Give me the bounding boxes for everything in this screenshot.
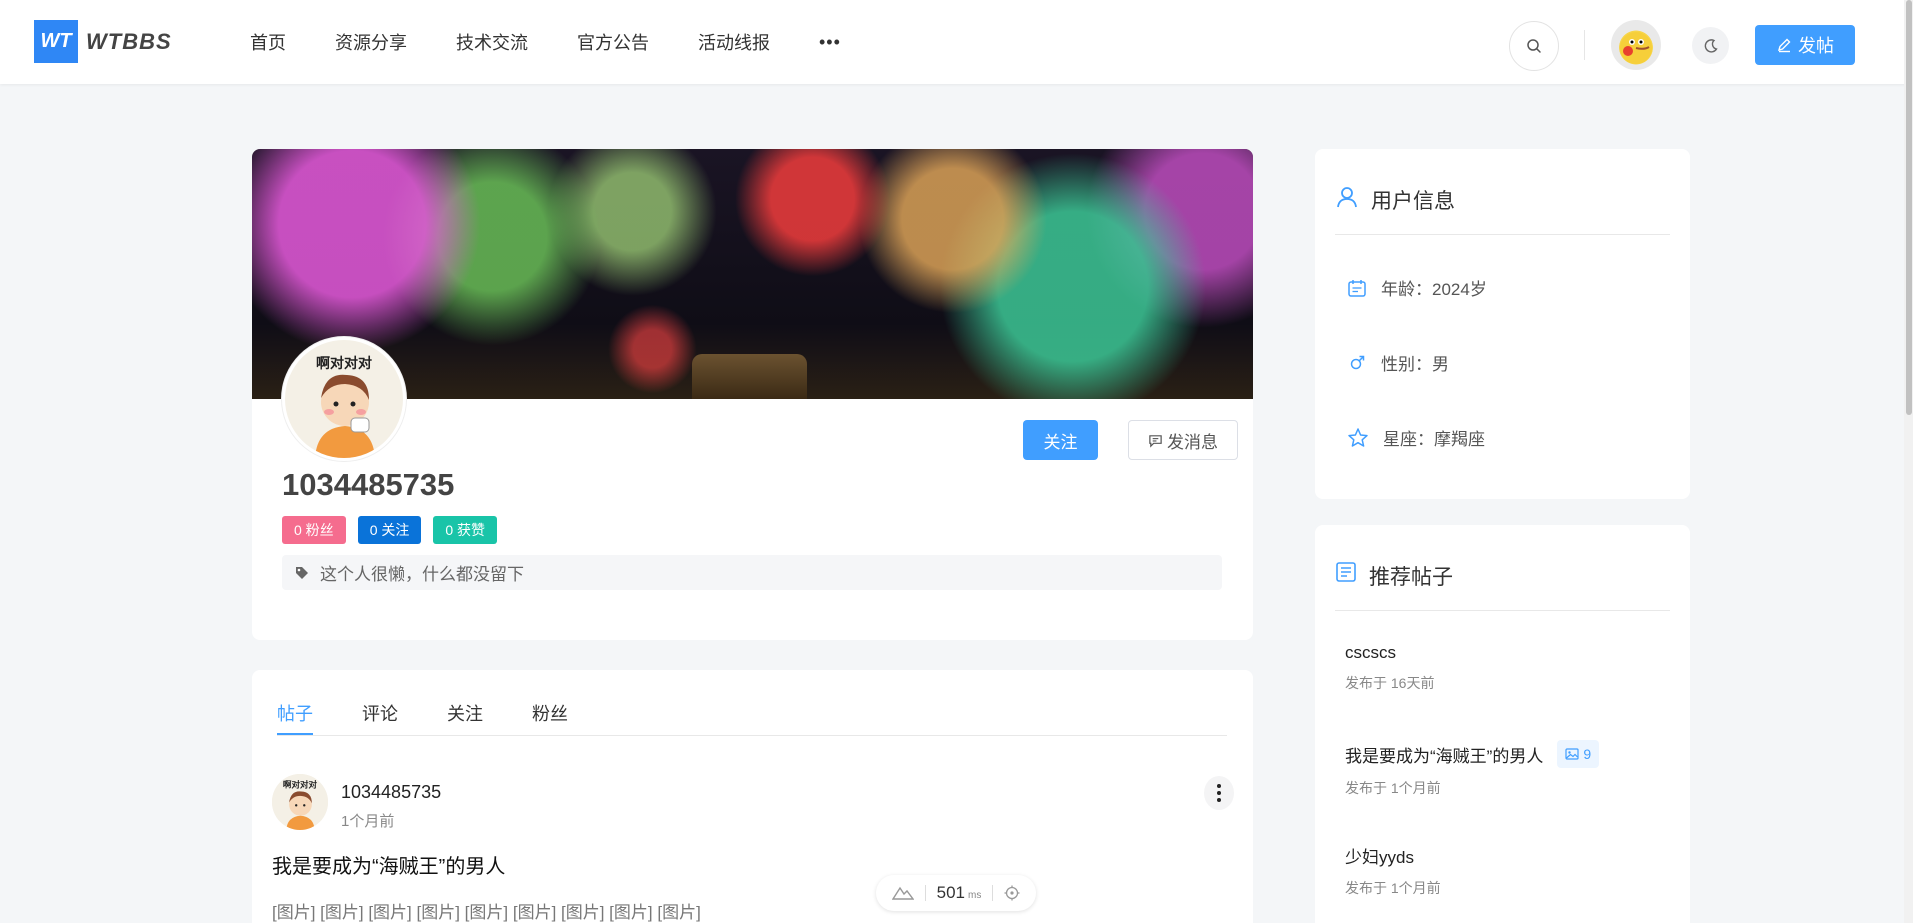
- profile-bio: 这个人很懒，什么都没留下: [282, 555, 1222, 590]
- recommended-item-time: 发布于 1个月前: [1345, 780, 1441, 796]
- image-count: 9: [1583, 746, 1592, 762]
- recommended-item[interactable]: 少妇yyds 发布于 1个月前: [1345, 843, 1441, 898]
- recommended-item-title[interactable]: cscscs: [1345, 643, 1434, 663]
- nav-more-icon[interactable]: •••: [819, 32, 841, 53]
- theme-toggle-button[interactable]: [1692, 27, 1729, 64]
- nav-item-tech[interactable]: 技术交流: [456, 29, 528, 55]
- post-timestamp: 1个月前: [341, 813, 395, 830]
- recommended-posts-card: 推荐帖子 cscscs 发布于 16天前 我是要成为“海贼王”的男人 9 发布于…: [1315, 525, 1690, 923]
- nav-item-home[interactable]: 首页: [250, 29, 286, 55]
- new-post-button[interactable]: 发帖: [1755, 25, 1855, 65]
- page-scrollbar-thumb[interactable]: [1906, 0, 1912, 415]
- zodiac-row: 星座：摩羯座: [1347, 425, 1485, 450]
- crosshair-icon[interactable]: [1004, 885, 1020, 901]
- main-nav: 首页 资源分享 技术交流 官方公告 活动线报 •••: [250, 0, 841, 84]
- avatar-face-icon: [1620, 32, 1652, 64]
- post-body: [图片] [图片] [图片] [图片] [图片] [图片] [图片] [图片] …: [272, 903, 701, 922]
- posts-card: 帖子 评论 关注 粉丝 啊对对对 1034485735 1个月前 我是要成为“海…: [252, 670, 1253, 923]
- following-badge[interactable]: 0 关注: [357, 516, 422, 544]
- tag-icon: [296, 566, 308, 579]
- svg-text:啊对对对: 啊对对对: [283, 778, 318, 790]
- tab-fans[interactable]: 粉丝: [532, 690, 568, 735]
- perf-unit: ms: [967, 890, 982, 901]
- top-header: WT WTBBS 首页 资源分享 技术交流 官方公告 活动线报 ••• 发帖: [0, 0, 1913, 84]
- new-post-label: 发帖: [1798, 36, 1834, 56]
- tab-comments[interactable]: 评论: [362, 690, 398, 735]
- message-icon: [1149, 434, 1162, 448]
- svg-text:啊对对对: 啊对对对: [316, 355, 372, 372]
- age-row: 年龄：2024岁: [1347, 275, 1487, 300]
- send-message-button[interactable]: 发消息: [1128, 420, 1238, 460]
- logo-text: WTBBS: [86, 28, 172, 54]
- edit-icon: [1777, 38, 1791, 53]
- user-info-card: 用户信息 年龄：2024岁 性别：男 星座：摩羯座: [1315, 149, 1690, 499]
- post-more-button[interactable]: [1204, 776, 1234, 810]
- profile-avatar: 啊对对对: [282, 337, 406, 461]
- nav-item-events[interactable]: 活动线报: [698, 29, 770, 55]
- post-title[interactable]: 我是要成为“海贼王”的男人: [272, 850, 505, 879]
- age-value: 年龄：2024岁: [1381, 280, 1487, 299]
- more-dot-icon: [1217, 798, 1221, 802]
- mountain-logo-icon: [891, 886, 914, 900]
- search-icon: [1527, 39, 1541, 53]
- more-dot-icon: [1217, 791, 1221, 795]
- perf-value: 501: [936, 883, 965, 902]
- post-author-name[interactable]: 1034485735: [341, 782, 441, 803]
- recommended-item-time: 发布于 16天前: [1345, 675, 1435, 691]
- recommended-header: 推荐帖子: [1335, 561, 1670, 611]
- bio-text: 这个人很懒，什么都没留下: [320, 565, 524, 584]
- likes-badge: 0 获赞: [433, 516, 498, 544]
- nav-item-resources[interactable]: 资源分享: [335, 29, 407, 55]
- fans-badge[interactable]: 0 粉丝: [282, 516, 346, 544]
- profile-card: 啊对对对 关注 发消息 1034485735 0 粉丝 0 关注 0 获赞 这个…: [252, 149, 1253, 640]
- recommended-item[interactable]: 我是要成为“海贼王”的男人 9 发布于 1个月前: [1345, 740, 1600, 798]
- recommended-title: 推荐帖子: [1369, 566, 1453, 589]
- perf-indicator: 501 ms: [876, 875, 1036, 911]
- recommended-item-time: 发布于 1个月前: [1345, 880, 1441, 896]
- recommended-item-title[interactable]: 我是要成为“海贼王”的男人: [1345, 742, 1543, 767]
- recommended-item-title[interactable]: 少妇yyds: [1345, 843, 1441, 868]
- cartoon-avatar-icon: 啊对对对: [285, 340, 403, 458]
- tab-posts[interactable]: 帖子: [277, 690, 313, 735]
- header-divider: [1584, 30, 1585, 60]
- recommended-item[interactable]: cscscs 发布于 16天前: [1345, 643, 1434, 693]
- profile-username: 1034485735: [282, 467, 455, 502]
- article-icon: [1336, 562, 1356, 582]
- post-author-avatar[interactable]: 啊对对对: [272, 774, 328, 830]
- calendar-icon: [1348, 279, 1366, 297]
- gender-row: 性别：男: [1347, 350, 1449, 375]
- user-icon: [1337, 187, 1357, 208]
- more-dot-icon: [1217, 784, 1221, 788]
- send-message-label: 发消息: [1167, 432, 1218, 452]
- search-button[interactable]: [1509, 21, 1559, 71]
- gender-value: 性别：男: [1381, 355, 1449, 374]
- perf-divider: [924, 885, 926, 901]
- gender-male-icon: [1350, 355, 1365, 369]
- follow-button[interactable]: 关注: [1023, 420, 1098, 460]
- user-info-header: 用户信息: [1335, 185, 1670, 235]
- profile-banner: [252, 149, 1253, 399]
- moon-icon: [1704, 38, 1718, 53]
- cartoon-avatar-icon: 啊对对对: [272, 774, 328, 830]
- tab-following[interactable]: 关注: [447, 690, 483, 735]
- image-count-badge: 9: [1557, 740, 1600, 768]
- star-icon: [1348, 427, 1368, 447]
- user-avatar[interactable]: [1611, 20, 1661, 70]
- logo-mark: WT: [34, 20, 78, 63]
- perf-reading: 501 ms: [937, 883, 982, 903]
- profile-tabs: 帖子 评论 关注 粉丝: [277, 690, 1227, 736]
- image-icon: [1565, 748, 1579, 760]
- site-logo[interactable]: WT WTBBS: [34, 20, 172, 63]
- zodiac-value: 星座：摩羯座: [1383, 430, 1485, 449]
- user-info-title: 用户信息: [1371, 190, 1455, 213]
- recommended-item-title-row[interactable]: 我是要成为“海贼王”的男人 9: [1345, 740, 1600, 768]
- perf-divider: [992, 885, 994, 901]
- banner-building-shape: [692, 354, 807, 399]
- profile-stats: 0 粉丝 0 关注 0 获赞: [282, 516, 498, 544]
- nav-item-announcements[interactable]: 官方公告: [577, 29, 649, 55]
